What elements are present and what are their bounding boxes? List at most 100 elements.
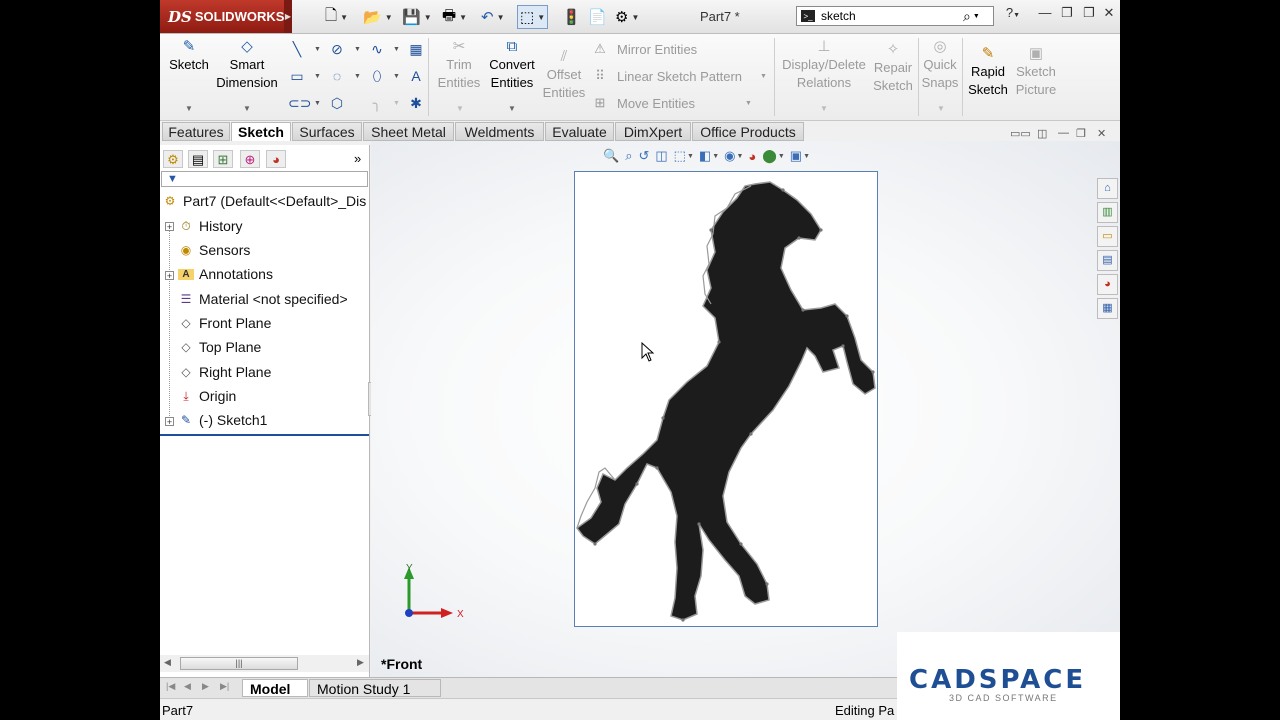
design-library-icon[interactable]: ▥ [1097, 202, 1118, 223]
chevron-down-icon[interactable]: ▼ [497, 13, 505, 22]
rapid-sketch-button[interactable]: ✎ Rapid Sketch [966, 45, 1010, 99]
help-button[interactable]: ?▼ [1002, 5, 1024, 21]
tree-item-sketch1[interactable]: ✎ (-) Sketch1 [178, 409, 268, 431]
edit-appearance-icon[interactable]: ◕ [748, 149, 756, 164]
horizontal-scrollbar[interactable]: ◀ ||| ▶ [160, 655, 369, 672]
file-explorer-icon[interactable]: ▭ [1097, 226, 1118, 247]
scroll-right-icon[interactable]: ▶ [357, 657, 364, 668]
chevron-down-icon[interactable]: ▼ [185, 104, 193, 113]
tab-model[interactable]: Model [242, 679, 308, 697]
first-tab-icon[interactable]: |◀ [166, 681, 175, 692]
feature-tree-icon[interactable]: ⚙ [163, 150, 183, 168]
chevron-down-icon[interactable]: ▼ [820, 104, 828, 113]
graphics-area[interactable]: 🔍 ⌕ ↺ ◫ ⬚ ▼ ◧ ▼ ◉ ▼ ◕ ⬤ ▼ ▣ ▼ Y X *Front [371, 141, 1120, 677]
display-style-icon[interactable]: ◧ [699, 148, 711, 164]
tab-office-products[interactable]: Office Products [692, 122, 804, 141]
file-properties-button[interactable]: 📄 [588, 7, 607, 27]
search-icon[interactable]: ⌕ [963, 8, 971, 25]
close-button[interactable]: ✕ [1101, 5, 1117, 21]
view-orientation-icon[interactable]: ⬚ [674, 148, 686, 164]
rollback-bar[interactable] [160, 434, 369, 436]
hide-show-items-icon[interactable]: ◉ [724, 148, 735, 164]
chevron-down-icon[interactable]: ▼ [243, 104, 251, 113]
section-view-icon[interactable]: ◫ [655, 148, 667, 164]
chevron-down-icon[interactable]: ▼ [424, 13, 432, 22]
tab-sheet-metal[interactable]: Sheet Metal [363, 122, 454, 141]
custom-properties-icon[interactable]: ▦ [1097, 298, 1118, 319]
configuration-manager-icon[interactable]: ⊞ [213, 150, 233, 168]
restore-button[interactable]: ❐ [1059, 5, 1075, 21]
previous-view-icon[interactable]: ↺ [638, 148, 649, 164]
repair-sketch-button[interactable]: ✧ Repair Sketch [870, 41, 916, 95]
chevron-down-icon[interactable]: ▼ [340, 13, 348, 22]
tree-root-part[interactable]: ⚙ Part7 (Default<<Default>_Dis [162, 190, 367, 212]
sketch-picture-frame[interactable] [574, 171, 878, 627]
search-input[interactable] [821, 9, 961, 23]
tab-evaluate[interactable]: Evaluate [545, 122, 614, 141]
arc-icon[interactable]: ◌ [328, 67, 346, 85]
tree-item-material[interactable]: ☰ Material <not specified> [178, 288, 348, 310]
tree-item-history[interactable]: ⏱ History [178, 215, 242, 237]
save-button[interactable]: 💾 ▼ [402, 7, 432, 27]
maximize-button[interactable]: ❐ [1081, 5, 1097, 21]
quick-snaps-button[interactable]: ◎ Quick Snaps [920, 38, 960, 92]
split-view-icon[interactable]: ◫ [1037, 127, 1047, 140]
smart-dimension-button[interactable]: ◇ Smart Dimension [215, 38, 279, 92]
minimize-button[interactable]: — [1037, 5, 1053, 21]
chevron-down-icon[interactable]: ▼ [631, 13, 639, 22]
ellipse-icon[interactable]: ⬯ [368, 67, 386, 85]
tree-item-front-plane[interactable]: ◇ Front Plane [178, 312, 271, 334]
chevron-down-icon[interactable]: ▼ [973, 13, 980, 20]
tree-item-sensors[interactable]: ◉ Sensors [178, 239, 251, 261]
home-icon[interactable]: ⌂ [1097, 178, 1118, 199]
zoom-to-fit-icon[interactable]: 🔍 [603, 148, 619, 164]
chevron-down-icon[interactable]: ▼ [937, 104, 945, 113]
tree-item-annotations[interactable]: A Annotations [178, 263, 273, 285]
chevron-down-icon[interactable]: ▼ [456, 104, 464, 113]
doc-minimize-icon[interactable]: — [1058, 127, 1069, 139]
view-settings-icon[interactable]: ▣ [790, 148, 802, 164]
display-delete-relations-button[interactable]: ⊥ Display/Delete Relations [780, 38, 868, 92]
appearances-icon[interactable]: ◕ [1097, 274, 1118, 295]
options-button[interactable]: ⚙ ▼ [615, 7, 639, 27]
expand-history-icon[interactable]: + [165, 222, 174, 232]
view-palette-icon[interactable]: ▤ [1097, 250, 1118, 271]
open-button[interactable]: 📂 ▼ [363, 7, 393, 27]
fillet-icon[interactable]: ╮ [368, 94, 386, 112]
print-button[interactable]: 🖶 ▼ [442, 7, 467, 27]
chevron-down-icon[interactable]: ▼ [508, 104, 516, 113]
tab-weldments[interactable]: Weldments [455, 122, 544, 141]
apply-scene-icon[interactable]: ⬤ [762, 148, 777, 164]
expand-sketch1-icon[interactable]: + [165, 417, 174, 427]
zoom-to-area-icon[interactable]: ⌕ [625, 148, 632, 164]
slot-icon[interactable]: ⊂⊃ [288, 94, 311, 112]
tab-dimxpert[interactable]: DimXpert [615, 122, 691, 141]
sketch-picture-button[interactable]: ▣ Sketch Picture [1012, 45, 1060, 99]
text-icon[interactable]: A [407, 67, 425, 85]
tab-features[interactable]: Features [162, 122, 230, 141]
grid-icon[interactable]: ▦ [407, 40, 425, 58]
last-tab-icon[interactable]: ▶| [220, 681, 229, 692]
tree-item-origin[interactable]: ⤓ Origin [178, 385, 236, 407]
display-manager-icon[interactable]: ◕ [266, 150, 286, 168]
tree-item-top-plane[interactable]: ◇ Top Plane [178, 336, 261, 358]
rectangle-icon[interactable]: ▭ [288, 67, 306, 85]
tile-icon[interactable]: ▭▭ [1010, 127, 1031, 140]
doc-close-icon[interactable]: ✕ [1097, 127, 1106, 140]
linear-sketch-pattern-button[interactable]: ⠿ Linear Sketch Pattern ▼ [591, 68, 767, 84]
tab-sketch[interactable]: Sketch [231, 122, 291, 141]
polygon-icon[interactable]: ⬡ [328, 94, 346, 112]
solidworks-logo[interactable]: DS SOLIDWORKS [160, 0, 284, 33]
tab-surfaces[interactable]: Surfaces [292, 122, 362, 141]
trim-entities-button[interactable]: ✂ Trim Entities [435, 38, 483, 92]
previous-tab-icon[interactable]: ◀ [184, 681, 191, 692]
scroll-thumb[interactable]: ||| [180, 657, 298, 670]
rebuild-button[interactable]: 🚦 [562, 7, 581, 27]
menu-expand-icon[interactable]: ▶ [284, 0, 292, 33]
tree-filter[interactable]: ▼ [161, 171, 368, 187]
scroll-left-icon[interactable]: ◀ [164, 657, 171, 668]
sketch-button[interactable]: ✎ Sketch [168, 38, 210, 74]
tree-item-right-plane[interactable]: ◇ Right Plane [178, 361, 271, 383]
doc-restore-icon[interactable]: ❐ [1076, 127, 1086, 140]
new-document-button[interactable]: 🗋 ▼ [325, 7, 348, 27]
